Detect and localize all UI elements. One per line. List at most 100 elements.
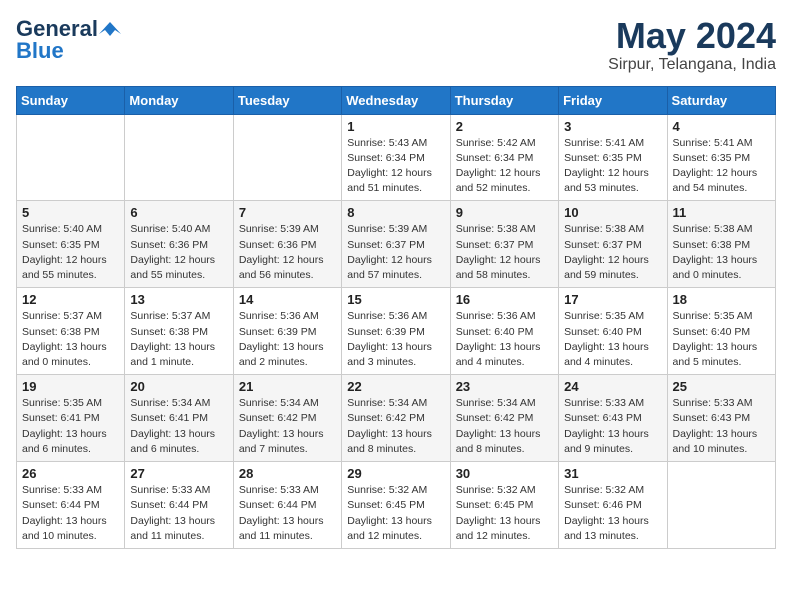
day-number: 15	[347, 292, 444, 307]
calendar-cell: 19 Sunrise: 5:35 AM Sunset: 6:41 PM Dayli…	[17, 375, 125, 462]
calendar-cell: 17 Sunrise: 5:35 AM Sunset: 6:40 PM Dayli…	[559, 288, 667, 375]
calendar-cell: 7 Sunrise: 5:39 AM Sunset: 6:36 PM Daylig…	[233, 201, 341, 288]
day-number: 16	[456, 292, 553, 307]
day-info: Sunrise: 5:41 AM Sunset: 6:35 PM Dayligh…	[673, 136, 770, 197]
day-info: Sunrise: 5:35 AM Sunset: 6:41 PM Dayligh…	[22, 396, 119, 457]
day-info: Sunrise: 5:39 AM Sunset: 6:36 PM Dayligh…	[239, 222, 336, 283]
day-number: 6	[130, 205, 227, 220]
calendar-cell: 10 Sunrise: 5:38 AM Sunset: 6:37 PM Dayli…	[559, 201, 667, 288]
weekday-header-monday: Monday	[125, 86, 233, 114]
calendar-cell: 23 Sunrise: 5:34 AM Sunset: 6:42 PM Dayli…	[450, 375, 558, 462]
day-info: Sunrise: 5:32 AM Sunset: 6:46 PM Dayligh…	[564, 483, 661, 544]
calendar-cell: 24 Sunrise: 5:33 AM Sunset: 6:43 PM Dayli…	[559, 375, 667, 462]
day-info: Sunrise: 5:34 AM Sunset: 6:42 PM Dayligh…	[347, 396, 444, 457]
day-info: Sunrise: 5:39 AM Sunset: 6:37 PM Dayligh…	[347, 222, 444, 283]
day-info: Sunrise: 5:36 AM Sunset: 6:39 PM Dayligh…	[239, 309, 336, 370]
calendar-week-3: 12 Sunrise: 5:37 AM Sunset: 6:38 PM Dayli…	[17, 288, 776, 375]
day-info: Sunrise: 5:37 AM Sunset: 6:38 PM Dayligh…	[130, 309, 227, 370]
calendar-cell: 20 Sunrise: 5:34 AM Sunset: 6:41 PM Dayli…	[125, 375, 233, 462]
day-number: 22	[347, 379, 444, 394]
calendar-cell: 5 Sunrise: 5:40 AM Sunset: 6:35 PM Daylig…	[17, 201, 125, 288]
day-info: Sunrise: 5:38 AM Sunset: 6:37 PM Dayligh…	[456, 222, 553, 283]
calendar-cell: 13 Sunrise: 5:37 AM Sunset: 6:38 PM Dayli…	[125, 288, 233, 375]
day-number: 11	[673, 205, 770, 220]
calendar-cell: 27 Sunrise: 5:33 AM Sunset: 6:44 PM Dayli…	[125, 462, 233, 549]
day-number: 13	[130, 292, 227, 307]
day-number: 20	[130, 379, 227, 394]
calendar-cell: 2Sunrise: 5:42 AM Sunset: 6:34 PM Daylig…	[450, 114, 558, 201]
day-number: 2	[456, 119, 553, 134]
day-info: Sunrise: 5:32 AM Sunset: 6:45 PM Dayligh…	[456, 483, 553, 544]
calendar-cell	[233, 114, 341, 201]
day-number: 18	[673, 292, 770, 307]
day-number: 21	[239, 379, 336, 394]
weekday-header-thursday: Thursday	[450, 86, 558, 114]
page-header: General Blue May 2024 Sirpur, Telangana,…	[16, 16, 776, 74]
calendar-cell: 9 Sunrise: 5:38 AM Sunset: 6:37 PM Daylig…	[450, 201, 558, 288]
day-number: 10	[564, 205, 661, 220]
calendar-cell: 25Sunrise: 5:33 AM Sunset: 6:43 PM Dayli…	[667, 375, 775, 462]
calendar-cell: 26 Sunrise: 5:33 AM Sunset: 6:44 PM Dayli…	[17, 462, 125, 549]
calendar-cell: 8 Sunrise: 5:39 AM Sunset: 6:37 PM Daylig…	[342, 201, 450, 288]
day-info: Sunrise: 5:34 AM Sunset: 6:42 PM Dayligh…	[456, 396, 553, 457]
day-number: 5	[22, 205, 119, 220]
location-subtitle: Sirpur, Telangana, India	[608, 56, 776, 74]
day-info: Sunrise: 5:33 AM Sunset: 6:44 PM Dayligh…	[22, 483, 119, 544]
day-number: 27	[130, 466, 227, 481]
calendar-cell: 11 Sunrise: 5:38 AM Sunset: 6:38 PM Dayli…	[667, 201, 775, 288]
calendar-cell: 14Sunrise: 5:36 AM Sunset: 6:39 PM Dayli…	[233, 288, 341, 375]
logo-blue: Blue	[16, 38, 64, 64]
day-number: 9	[456, 205, 553, 220]
calendar-cell	[667, 462, 775, 549]
calendar-cell: 12 Sunrise: 5:37 AM Sunset: 6:38 PM Dayli…	[17, 288, 125, 375]
day-number: 26	[22, 466, 119, 481]
calendar-week-4: 19 Sunrise: 5:35 AM Sunset: 6:41 PM Dayli…	[17, 375, 776, 462]
calendar-cell: 6 Sunrise: 5:40 AM Sunset: 6:36 PM Daylig…	[125, 201, 233, 288]
day-info: Sunrise: 5:35 AM Sunset: 6:40 PM Dayligh…	[673, 309, 770, 370]
day-number: 7	[239, 205, 336, 220]
calendar-cell: 28 Sunrise: 5:33 AM Sunset: 6:44 PM Dayli…	[233, 462, 341, 549]
calendar-cell: 15Sunrise: 5:36 AM Sunset: 6:39 PM Dayli…	[342, 288, 450, 375]
day-number: 24	[564, 379, 661, 394]
calendar-cell	[17, 114, 125, 201]
calendar-cell: 29Sunrise: 5:32 AM Sunset: 6:45 PM Dayli…	[342, 462, 450, 549]
day-number: 28	[239, 466, 336, 481]
day-info: Sunrise: 5:34 AM Sunset: 6:42 PM Dayligh…	[239, 396, 336, 457]
day-number: 4	[673, 119, 770, 134]
weekday-header-wednesday: Wednesday	[342, 86, 450, 114]
day-info: Sunrise: 5:40 AM Sunset: 6:36 PM Dayligh…	[130, 222, 227, 283]
calendar-week-2: 5 Sunrise: 5:40 AM Sunset: 6:35 PM Daylig…	[17, 201, 776, 288]
day-info: Sunrise: 5:33 AM Sunset: 6:43 PM Dayligh…	[564, 396, 661, 457]
weekday-header-saturday: Saturday	[667, 86, 775, 114]
calendar-cell: 3Sunrise: 5:41 AM Sunset: 6:35 PM Daylig…	[559, 114, 667, 201]
day-info: Sunrise: 5:38 AM Sunset: 6:38 PM Dayligh…	[673, 222, 770, 283]
calendar-cell: 16Sunrise: 5:36 AM Sunset: 6:40 PM Dayli…	[450, 288, 558, 375]
day-info: Sunrise: 5:40 AM Sunset: 6:35 PM Dayligh…	[22, 222, 119, 283]
day-number: 23	[456, 379, 553, 394]
day-info: Sunrise: 5:34 AM Sunset: 6:41 PM Dayligh…	[130, 396, 227, 457]
day-number: 1	[347, 119, 444, 134]
day-info: Sunrise: 5:33 AM Sunset: 6:44 PM Dayligh…	[130, 483, 227, 544]
day-number: 25	[673, 379, 770, 394]
weekday-header-sunday: Sunday	[17, 86, 125, 114]
day-info: Sunrise: 5:38 AM Sunset: 6:37 PM Dayligh…	[564, 222, 661, 283]
day-info: Sunrise: 5:37 AM Sunset: 6:38 PM Dayligh…	[22, 309, 119, 370]
day-info: Sunrise: 5:41 AM Sunset: 6:35 PM Dayligh…	[564, 136, 661, 197]
calendar-cell: 4 Sunrise: 5:41 AM Sunset: 6:35 PM Daylig…	[667, 114, 775, 201]
day-number: 30	[456, 466, 553, 481]
day-info: Sunrise: 5:35 AM Sunset: 6:40 PM Dayligh…	[564, 309, 661, 370]
calendar-cell	[125, 114, 233, 201]
day-info: Sunrise: 5:33 AM Sunset: 6:44 PM Dayligh…	[239, 483, 336, 544]
day-number: 19	[22, 379, 119, 394]
calendar-week-5: 26 Sunrise: 5:33 AM Sunset: 6:44 PM Dayli…	[17, 462, 776, 549]
day-number: 8	[347, 205, 444, 220]
logo-bird-icon	[99, 20, 121, 38]
day-number: 12	[22, 292, 119, 307]
day-number: 17	[564, 292, 661, 307]
month-title: May 2024	[608, 16, 776, 56]
logo: General Blue	[16, 16, 121, 64]
calendar-table: SundayMondayTuesdayWednesdayThursdayFrid…	[16, 86, 776, 549]
title-area: May 2024 Sirpur, Telangana, India	[608, 16, 776, 74]
weekday-header-friday: Friday	[559, 86, 667, 114]
day-info: Sunrise: 5:32 AM Sunset: 6:45 PM Dayligh…	[347, 483, 444, 544]
